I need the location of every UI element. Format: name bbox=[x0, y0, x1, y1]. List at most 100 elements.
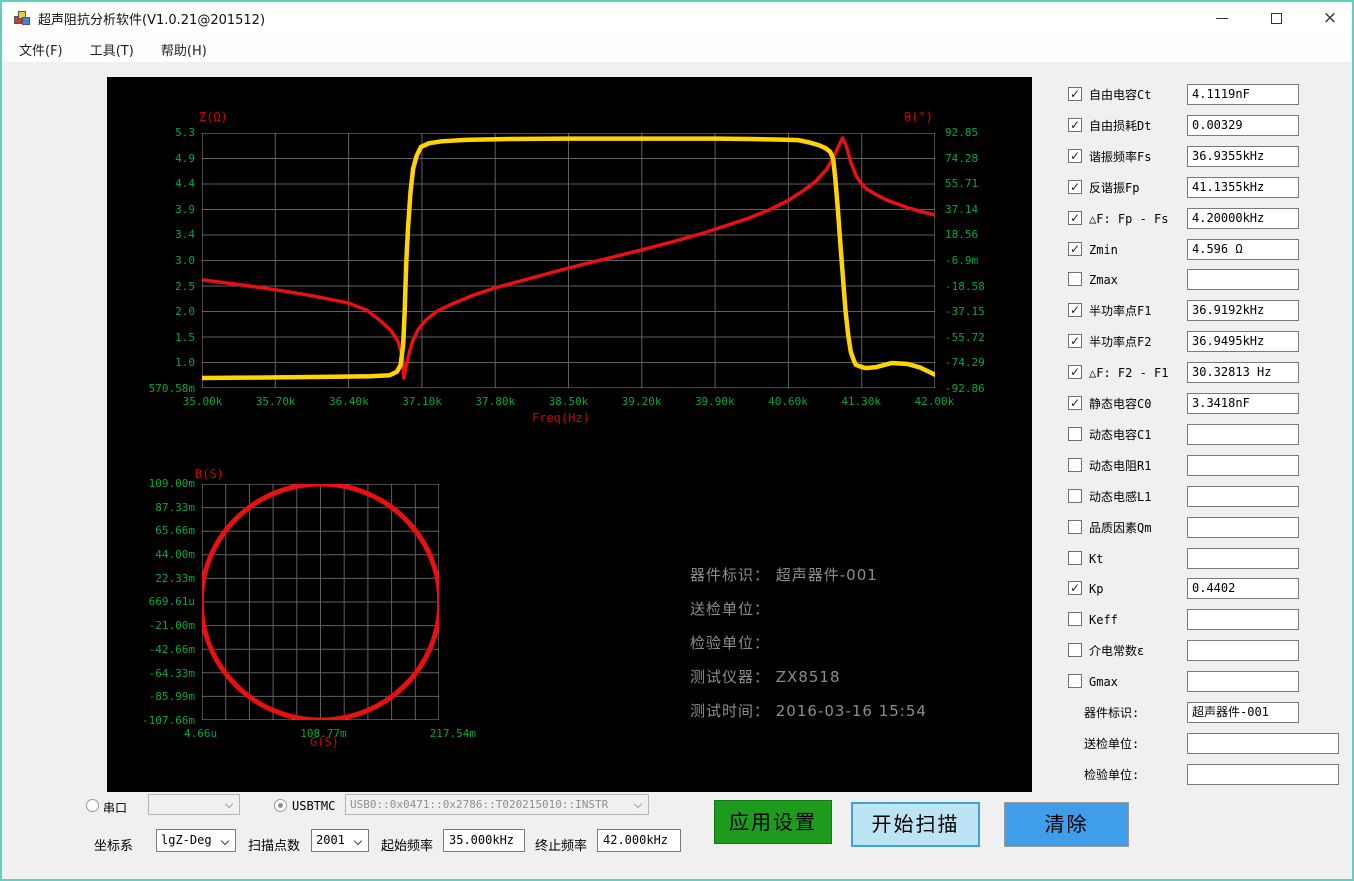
tick-label: 5.3 bbox=[175, 126, 195, 139]
result-value-field[interactable] bbox=[1187, 609, 1299, 630]
tick-label: 570.58m bbox=[149, 382, 195, 395]
result-checkbox[interactable] bbox=[1068, 674, 1082, 688]
result-checkbox[interactable] bbox=[1068, 520, 1082, 534]
start-freq-input[interactable]: 35.000kHz bbox=[443, 829, 525, 852]
serial-port-select[interactable] bbox=[148, 794, 240, 815]
result-checkbox[interactable]: ✓ bbox=[1068, 365, 1082, 379]
result-value-field[interactable] bbox=[1187, 548, 1299, 569]
tick-label: 36.40k bbox=[312, 395, 385, 408]
result-value-field[interactable] bbox=[1187, 486, 1299, 507]
result-checkbox[interactable]: ✓ bbox=[1068, 149, 1082, 163]
tick-label: -42.66m bbox=[149, 643, 195, 656]
result-value-field[interactable] bbox=[1187, 424, 1299, 445]
result-label: △F: F2 - F1 bbox=[1089, 362, 1168, 384]
result-checkbox[interactable] bbox=[1068, 643, 1082, 657]
result-checkbox[interactable]: ✓ bbox=[1068, 180, 1082, 194]
result-value-field[interactable] bbox=[1187, 455, 1299, 476]
result-value-field[interactable]: 4.20000kHz bbox=[1187, 208, 1299, 229]
tick-label: 87.33m bbox=[155, 501, 195, 514]
usbtmc-address-select[interactable]: USB0::0x0471::0x2786::T020215010::INSTR bbox=[345, 794, 649, 815]
result-value-field[interactable]: 0.4402 bbox=[1187, 578, 1299, 599]
start-scan-button[interactable]: 开始扫描 bbox=[851, 802, 980, 847]
freq-axis-label: Freq(Hz) bbox=[532, 411, 590, 425]
clear-button[interactable]: 清除 bbox=[1004, 802, 1129, 847]
tick-label: 35.70k bbox=[239, 395, 312, 408]
serial-radio[interactable] bbox=[86, 799, 99, 812]
result-checkbox[interactable]: ✓ bbox=[1068, 396, 1082, 410]
tick-label: -6.9m bbox=[945, 254, 978, 267]
result-value-field[interactable] bbox=[1187, 269, 1299, 290]
result-checkbox[interactable]: ✓ bbox=[1068, 211, 1082, 225]
result-value-field[interactable]: 0.00329 bbox=[1187, 115, 1299, 136]
result-checkbox[interactable]: ✓ bbox=[1068, 87, 1082, 101]
usbtmc-radio[interactable] bbox=[274, 799, 287, 812]
tick-label: 4.9 bbox=[175, 152, 195, 165]
tick-label: 669.61u bbox=[149, 595, 195, 608]
chevron-down-icon bbox=[221, 837, 229, 845]
maximize-button[interactable] bbox=[1254, 2, 1298, 34]
tick-label: 18.56 bbox=[945, 228, 978, 241]
usbtmc-radio-label: USBTMC bbox=[292, 799, 335, 813]
result-checkbox[interactable] bbox=[1068, 489, 1082, 503]
tick-label: 41.30k bbox=[825, 395, 898, 408]
coord-system-select[interactable]: lgZ-Deg bbox=[156, 829, 236, 852]
tick-label: -18.58 bbox=[945, 280, 985, 293]
tick-label: 4.66u bbox=[184, 727, 217, 740]
result-label: 谐振频率Fs bbox=[1089, 146, 1151, 168]
chevron-down-icon bbox=[634, 800, 642, 808]
menu-help[interactable]: 帮助(H) bbox=[150, 34, 218, 59]
apply-settings-button[interactable]: 应用设置 bbox=[714, 800, 832, 844]
test-info-line: 检验单位： bbox=[690, 631, 927, 665]
tick-label: 1.5 bbox=[175, 331, 195, 344]
result-value-field[interactable] bbox=[1187, 671, 1299, 692]
tick-label: 92.85 bbox=[945, 126, 978, 139]
app-icon bbox=[14, 10, 30, 26]
tick-label: 35.00k bbox=[166, 395, 239, 408]
result-value-field[interactable]: 超声器件-001 bbox=[1187, 702, 1299, 723]
result-value-field[interactable]: 36.9495kHz bbox=[1187, 331, 1299, 352]
result-value-field[interactable]: 4.1119nF bbox=[1187, 84, 1299, 105]
minimize-button[interactable] bbox=[1200, 2, 1244, 34]
result-value-field[interactable]: 30.32813 Hz bbox=[1187, 362, 1299, 383]
result-value-field[interactable] bbox=[1187, 640, 1299, 661]
tick-label: 109.00m bbox=[149, 477, 195, 490]
result-checkbox[interactable]: ✓ bbox=[1068, 334, 1082, 348]
menu-file[interactable]: 文件(F) bbox=[8, 34, 74, 59]
result-checkbox[interactable]: ✓ bbox=[1068, 581, 1082, 595]
chevron-down-icon bbox=[225, 800, 233, 808]
result-checkbox[interactable] bbox=[1068, 272, 1082, 286]
tick-label: -37.15 bbox=[945, 305, 985, 318]
scan-points-select[interactable]: 2001 bbox=[311, 829, 369, 852]
result-value-field[interactable]: 4.596 Ω bbox=[1187, 239, 1299, 260]
tick-label: 42.00k bbox=[898, 395, 971, 408]
stop-freq-label: 终止频率 bbox=[535, 835, 587, 854]
result-label: Keff bbox=[1089, 609, 1118, 631]
result-value-field[interactable] bbox=[1187, 733, 1339, 754]
result-checkbox[interactable] bbox=[1068, 612, 1082, 626]
result-checkbox[interactable] bbox=[1068, 458, 1082, 472]
tick-label: 37.10k bbox=[386, 395, 459, 408]
result-label: 半功率点F1 bbox=[1089, 300, 1151, 322]
result-value-field[interactable] bbox=[1187, 517, 1299, 538]
result-checkbox[interactable] bbox=[1068, 427, 1082, 441]
stop-freq-input[interactable]: 42.000kHz bbox=[597, 829, 681, 852]
tick-label: -85.99m bbox=[149, 690, 195, 703]
result-checkbox[interactable]: ✓ bbox=[1068, 242, 1082, 256]
tick-label: 37.80k bbox=[459, 395, 532, 408]
result-label: Gmax bbox=[1089, 671, 1118, 693]
result-value-field[interactable]: 36.9355kHz bbox=[1187, 146, 1299, 167]
result-value-field[interactable] bbox=[1187, 764, 1339, 785]
result-checkbox[interactable]: ✓ bbox=[1068, 303, 1082, 317]
result-checkbox[interactable] bbox=[1068, 551, 1082, 565]
result-checkbox[interactable]: ✓ bbox=[1068, 118, 1082, 132]
test-info-line: 测试仪器： ZX8518 bbox=[690, 665, 927, 699]
result-value-field[interactable]: 41.1355kHz bbox=[1187, 177, 1299, 198]
result-label: 动态电感L1 bbox=[1089, 486, 1151, 508]
test-info-line: 器件标识： 超声器件-001 bbox=[690, 563, 927, 597]
result-value-field[interactable]: 36.9192kHz bbox=[1187, 300, 1299, 321]
chevron-down-icon bbox=[354, 837, 362, 845]
close-button[interactable]: × bbox=[1308, 2, 1352, 34]
result-value-field[interactable]: 3.3418nF bbox=[1187, 393, 1299, 414]
menu-tools[interactable]: 工具(T) bbox=[79, 34, 145, 59]
tick-label: 2.0 bbox=[175, 305, 195, 318]
